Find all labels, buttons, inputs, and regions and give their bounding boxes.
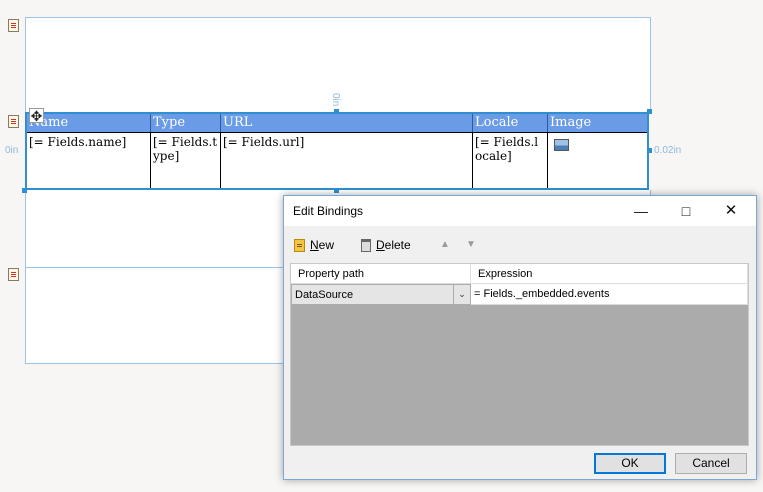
left-margin-label: 0in (5, 145, 19, 156)
delete-button[interactable]: Delete (361, 237, 411, 253)
header-url[interactable]: URL (221, 114, 473, 132)
move-handle-icon[interactable]: ✥ (29, 108, 44, 124)
cell-image[interactable] (548, 132, 647, 188)
resize-handle-tr[interactable] (647, 109, 652, 114)
header-locale[interactable]: Locale (473, 114, 548, 132)
trash-icon (361, 238, 371, 252)
cell-url[interactable]: [= Fields.url] (221, 132, 473, 188)
detail-icon[interactable] (8, 115, 19, 128)
maximize-icon[interactable]: □ (664, 196, 708, 226)
resize-handle-bm[interactable] (334, 188, 339, 193)
dialog-titlebar[interactable]: Edit Bindings — □ ✕ (284, 196, 756, 226)
header-type[interactable]: Type (151, 114, 221, 132)
page-footer-icon[interactable] (8, 268, 19, 281)
cell-type[interactable]: [= Fields.type] (151, 132, 221, 188)
move-up-icon[interactable]: ▲ (440, 239, 450, 250)
new-icon (294, 238, 305, 252)
resize-handle-tm[interactable] (334, 109, 339, 114)
page-footer-section[interactable] (25, 267, 285, 364)
resize-handle-mr[interactable] (647, 148, 652, 153)
cancel-button[interactable]: Cancel (675, 453, 747, 474)
minimize-icon[interactable]: — (619, 196, 663, 226)
chevron-down-icon[interactable]: ⌄ (453, 285, 470, 304)
column-header-property-path[interactable]: Property path (291, 264, 471, 284)
column-header-expression[interactable]: Expression (471, 264, 748, 284)
new-button[interactable]: New (294, 237, 334, 253)
right-margin-label: 0.02in (654, 145, 682, 156)
header-name[interactable]: Name (27, 114, 151, 132)
cell-name[interactable]: [= Fields.name] (27, 132, 151, 188)
cell-locale[interactable]: [= Fields.locale] (473, 132, 548, 188)
report-table[interactable]: Name Type URL Locale Image [= Fields.nam… (25, 112, 649, 190)
resize-handle-bl[interactable] (22, 188, 27, 193)
top-margin-label: 0in (330, 93, 341, 107)
ok-button[interactable]: OK (594, 453, 666, 474)
edit-bindings-dialog: Edit Bindings — □ ✕ New Delete ▲ ▼ Prope… (283, 195, 757, 480)
dialog-toolbar: New Delete ▲ ▼ (284, 230, 756, 258)
header-image[interactable]: Image (548, 114, 647, 132)
move-down-icon[interactable]: ▼ (466, 239, 476, 250)
dialog-title: Edit Bindings (293, 204, 364, 218)
bindings-grid: Property path Expression DataSource ⌄ = … (290, 263, 749, 446)
property-path-combo[interactable]: DataSource ⌄ (291, 284, 471, 305)
property-path-value: DataSource (295, 289, 354, 301)
image-icon (554, 139, 569, 151)
close-icon[interactable]: ✕ (709, 196, 753, 226)
page-header-icon[interactable] (8, 19, 19, 32)
expression-cell[interactable]: = Fields._embedded.events (471, 284, 748, 305)
